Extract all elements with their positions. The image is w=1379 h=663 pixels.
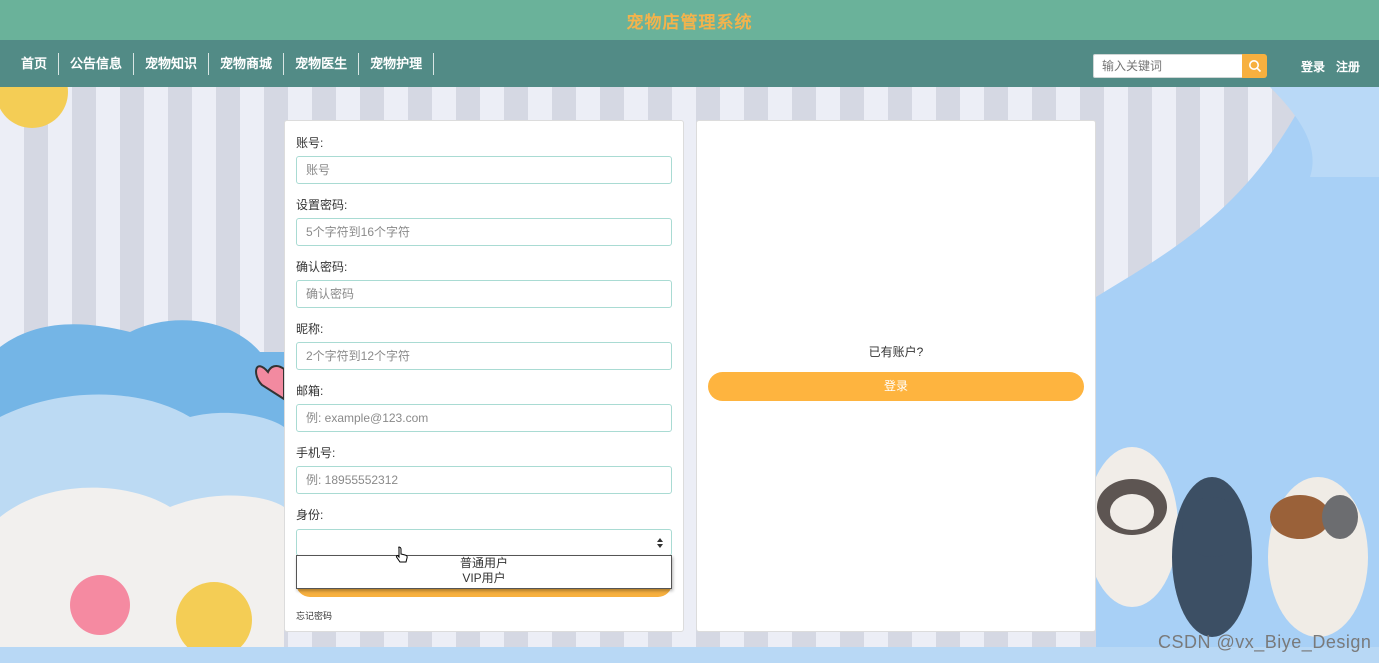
nickname-input[interactable] bbox=[296, 342, 672, 370]
nav-item-notices[interactable]: 公告信息 bbox=[59, 53, 135, 75]
background-illustration bbox=[0, 87, 1379, 663]
role-select[interactable] bbox=[296, 529, 672, 556]
role-option-normal[interactable]: 普通用户 bbox=[297, 556, 671, 571]
forgot-password-link[interactable]: 忘记密码 bbox=[296, 609, 332, 622]
password-label: 设置密码: bbox=[296, 198, 348, 212]
nav-login-link[interactable]: 登录 bbox=[1301, 58, 1325, 75]
main-nav: 首页 公告信息 宠物知识 宠物商城 宠物医生 宠物护理 登录 注册 bbox=[0, 40, 1379, 87]
nav-item-pet-doctor[interactable]: 宠物医生 bbox=[284, 53, 360, 75]
login-side-panel: 已有账户? 登录 bbox=[696, 120, 1096, 632]
confirm-password-input[interactable] bbox=[296, 280, 672, 308]
email-label: 邮箱: bbox=[296, 384, 324, 398]
role-option-vip[interactable]: VIP用户 bbox=[297, 571, 671, 586]
hand-cursor-icon bbox=[395, 546, 408, 563]
role-dropdown: 普通用户 VIP用户 bbox=[296, 555, 672, 589]
search-box bbox=[1093, 54, 1267, 78]
nickname-label: 昵称: bbox=[296, 322, 324, 336]
nav-item-home[interactable]: 首页 bbox=[10, 53, 60, 75]
search-icon bbox=[1248, 60, 1261, 73]
nav-item-pet-care[interactable]: 宠物护理 bbox=[359, 53, 435, 75]
nav-item-pet-knowledge[interactable]: 宠物知识 bbox=[134, 53, 210, 75]
login-button[interactable]: 登录 bbox=[708, 372, 1084, 401]
nav-register-link[interactable]: 注册 bbox=[1336, 58, 1360, 75]
account-input[interactable] bbox=[296, 156, 672, 184]
site-title: 宠物店管理系统 bbox=[626, 12, 753, 32]
background-art bbox=[0, 87, 1379, 663]
watermark: CSDN @vx_Biye_Design bbox=[1158, 632, 1372, 652]
site-header: 宠物店管理系统 bbox=[0, 0, 1379, 40]
email-input[interactable] bbox=[296, 404, 672, 432]
search-button[interactable] bbox=[1242, 54, 1267, 78]
account-label: 账号: bbox=[296, 136, 324, 150]
phone-input[interactable] bbox=[296, 466, 672, 494]
have-account-text: 已有账户? bbox=[868, 345, 924, 359]
nav-items: 首页 公告信息 宠物知识 宠物商城 宠物医生 宠物护理 bbox=[10, 53, 435, 75]
select-arrows-icon bbox=[657, 538, 663, 548]
role-label: 身份: bbox=[296, 508, 324, 522]
phone-label: 手机号: bbox=[296, 446, 336, 460]
password-input[interactable] bbox=[296, 218, 672, 246]
search-input[interactable] bbox=[1093, 54, 1242, 78]
nav-item-pet-shop[interactable]: 宠物商城 bbox=[209, 53, 285, 75]
confirm-password-label: 确认密码: bbox=[296, 260, 348, 274]
